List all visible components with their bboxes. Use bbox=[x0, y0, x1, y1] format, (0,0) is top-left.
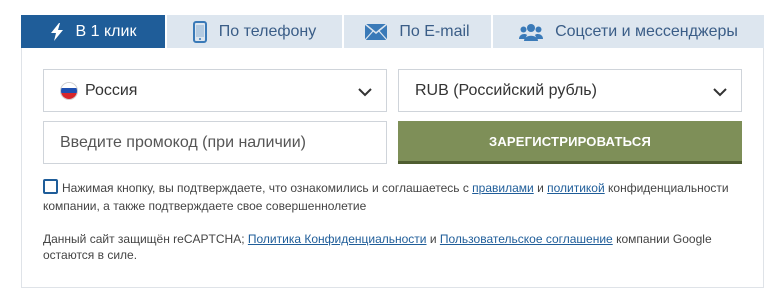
russia-flag-icon bbox=[60, 81, 78, 100]
envelope-icon bbox=[365, 23, 388, 40]
policy-link[interactable]: политикой bbox=[547, 181, 605, 195]
consent-text-part: и bbox=[533, 181, 548, 195]
tab-email[interactable]: По E-mail bbox=[344, 15, 493, 48]
register-button[interactable]: ЗАРЕГИСТРИРОВАТЬСЯ bbox=[398, 121, 742, 164]
rules-link[interactable]: правилами bbox=[472, 181, 534, 195]
google-privacy-link[interactable]: Политика Конфиденциальности bbox=[248, 232, 427, 246]
phone-icon bbox=[192, 20, 207, 43]
tab-phone-label: По телефону bbox=[218, 22, 317, 40]
chevron-down-icon bbox=[713, 84, 727, 102]
chevron-down-icon bbox=[358, 84, 372, 102]
currency-select[interactable]: RUB (Российский рубль) bbox=[398, 69, 742, 112]
country-value: Россия bbox=[85, 81, 138, 99]
consent-block: Нажимая кнопку, вы подтверждаете, что оз… bbox=[43, 179, 748, 215]
recaptcha-text-part: и bbox=[426, 232, 440, 246]
tab-phone[interactable]: По телефону bbox=[167, 15, 344, 48]
consent-checkbox[interactable] bbox=[43, 179, 58, 194]
google-terms-link[interactable]: Пользовательское соглашение bbox=[440, 232, 613, 246]
tab-social[interactable]: Соцсети и мессенджеры bbox=[493, 15, 764, 48]
recaptcha-text-part: Данный сайт защищён reCAPTCHA; bbox=[43, 232, 248, 246]
registration-tabs: В 1 клик По телефону По E-mail Соцсети и… bbox=[21, 15, 764, 48]
promo-code-input[interactable]: Введите промокод (при наличии) bbox=[43, 121, 387, 164]
tab-one-click-label: В 1 клик bbox=[75, 22, 137, 40]
consent-text: Нажимая кнопку, вы подтверждаете, что оз… bbox=[43, 179, 748, 215]
currency-value: RUB (Российский рубль) bbox=[415, 81, 597, 99]
registration-panel: Россия RUB (Российский рубль) Введите пр… bbox=[21, 48, 764, 288]
tab-email-label: По E-mail bbox=[399, 22, 470, 40]
tab-social-label: Соцсети и мессенджеры bbox=[555, 22, 738, 40]
tab-one-click[interactable]: В 1 клик bbox=[21, 15, 167, 48]
promo-code-placeholder: Введите промокод (при наличии) bbox=[60, 133, 306, 151]
country-select[interactable]: Россия bbox=[43, 69, 387, 112]
recaptcha-notice: Данный сайт защищён reCAPTCHA; Политика … bbox=[43, 231, 748, 263]
lightning-icon bbox=[50, 22, 64, 41]
consent-text-part: Нажимая кнопку, вы подтверждаете, что оз… bbox=[62, 181, 473, 195]
register-button-label: ЗАРЕГИСТРИРОВАТЬСЯ bbox=[489, 133, 651, 149]
users-icon bbox=[519, 23, 544, 41]
